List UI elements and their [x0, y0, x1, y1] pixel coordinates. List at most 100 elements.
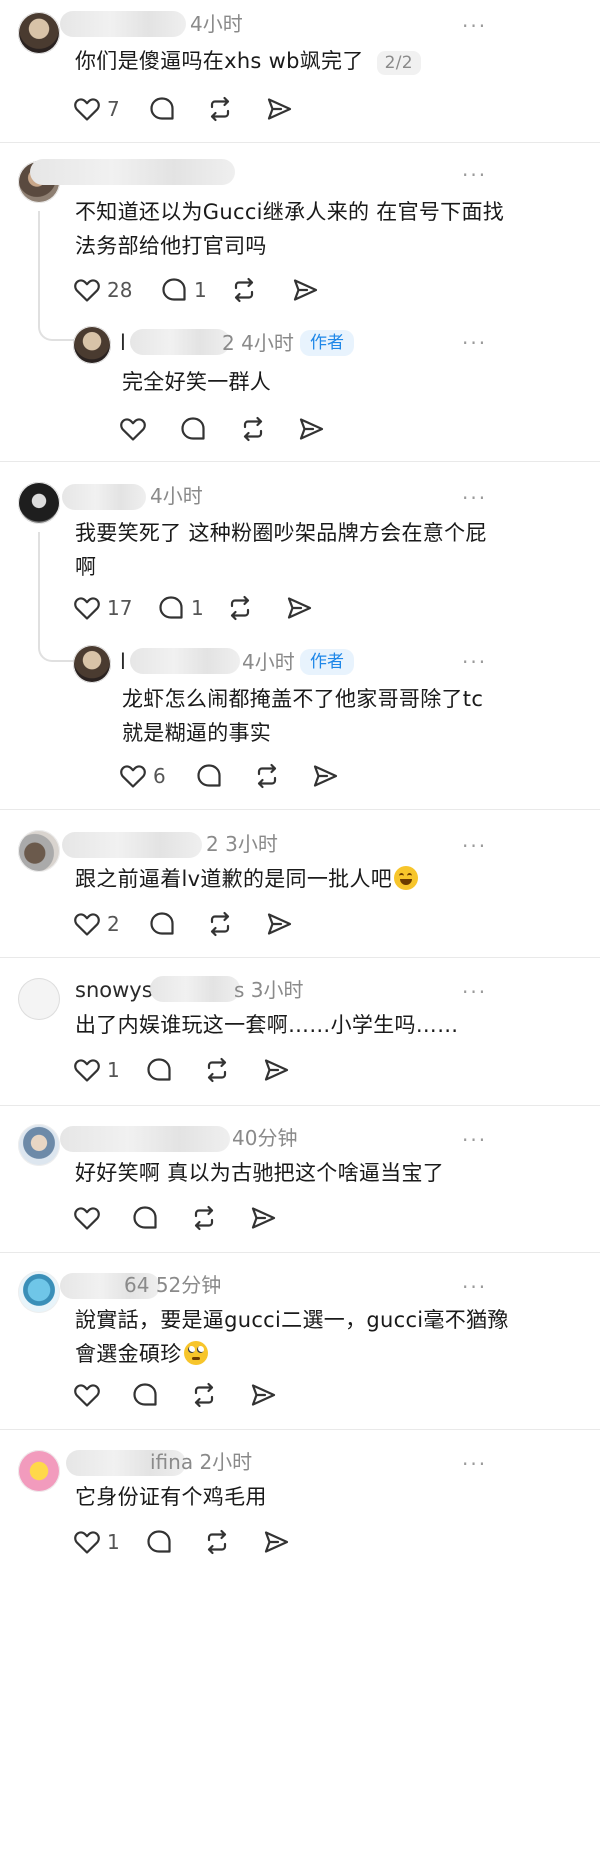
username-suffix: 2 [222, 331, 235, 355]
repost-icon [189, 1203, 219, 1233]
share-button[interactable] [248, 1202, 278, 1234]
action-bar: 7 [72, 93, 332, 125]
share-button[interactable] [264, 908, 294, 940]
timestamp-text: 3小时 [250, 978, 304, 1002]
like-button[interactable] [72, 1202, 102, 1234]
share-icon [290, 275, 320, 305]
avatar[interactable] [18, 1271, 60, 1313]
share-button[interactable] [310, 760, 340, 792]
comment-text: 完全好笑一群人 [122, 370, 272, 394]
repost-button[interactable] [252, 760, 282, 792]
avatar[interactable] [18, 12, 60, 54]
more-icon[interactable]: ··· [462, 1454, 487, 1474]
reply-button[interactable] [147, 908, 177, 940]
share-button[interactable] [296, 413, 326, 445]
heart-icon [118, 414, 148, 444]
like-button[interactable]: 1 [72, 1526, 120, 1558]
repost-icon [205, 94, 235, 124]
more-icon[interactable]: ··· [462, 652, 487, 672]
like-button[interactable]: 28 [72, 274, 132, 306]
reply-button[interactable]: 1 [156, 592, 204, 624]
avatar[interactable] [73, 645, 111, 683]
more-icon[interactable]: ··· [462, 488, 487, 508]
like-button[interactable] [72, 1379, 102, 1411]
username-suffix: 64 [124, 1273, 150, 1297]
reply-button[interactable] [144, 1054, 174, 1086]
more-icon[interactable]: ··· [462, 982, 487, 1002]
repost-button[interactable] [189, 1202, 219, 1234]
more-icon[interactable]: ··· [462, 16, 487, 36]
action-bar [72, 1379, 312, 1411]
repost-button[interactable] [205, 908, 235, 940]
share-button[interactable] [261, 1054, 291, 1086]
comment-icon [147, 94, 177, 124]
reply-button[interactable] [147, 93, 177, 125]
avatar[interactable] [18, 830, 60, 872]
timestamp: 4小时 [190, 12, 243, 36]
avatar[interactable] [73, 326, 111, 364]
comment-text: 出了内娱谁玩这一套啊……小学生吗…… [75, 1013, 459, 1037]
heart-icon [72, 1055, 102, 1085]
repost-button[interactable] [205, 93, 235, 125]
heart-icon [72, 1203, 102, 1233]
like-button[interactable]: 2 [72, 908, 120, 940]
like-button[interactable]: 1 [72, 1054, 120, 1086]
share-button[interactable] [284, 592, 314, 624]
repost-button[interactable] [202, 1526, 232, 1558]
repost-button[interactable] [229, 274, 259, 306]
repost-button[interactable] [189, 1379, 219, 1411]
reply-button[interactable] [178, 413, 208, 445]
share-button[interactable] [248, 1379, 278, 1411]
repost-icon [205, 909, 235, 939]
reply-button[interactable] [194, 760, 224, 792]
comment-text: 不知道还以为Gucci继承人来的 在官号下面找 法务部给他打官司吗 [75, 195, 585, 263]
like-button[interactable]: 7 [72, 93, 120, 125]
comment-card: 2 3小时 ··· 跟之前逼着lv道歉的是同一批人吧 2 [0, 810, 600, 957]
avatar[interactable] [18, 1450, 60, 1492]
like-button[interactable]: 17 [72, 592, 132, 624]
reply-button[interactable]: 1 [159, 274, 207, 306]
timestamp-text: 4小时 [241, 331, 294, 355]
timestamp: s 3小时 [234, 976, 304, 1004]
comment-line: 不知道还以为Gucci继承人来的 在官号下面找 [75, 200, 505, 224]
like-button[interactable]: 6 [118, 760, 166, 792]
repost-icon [202, 1055, 232, 1085]
reply-button[interactable] [130, 1202, 160, 1234]
share-button[interactable] [290, 274, 320, 306]
comment-line: 啊 [75, 555, 97, 579]
comment-text: 說實話，要是逼gucci二選一，gucci毫不猶豫 會選金碩珍 [75, 1303, 590, 1371]
avatar[interactable] [18, 978, 60, 1020]
comment-line: 說實話，要是逼gucci二選一，gucci毫不猶豫 [75, 1308, 509, 1332]
comment-count: 1 [191, 596, 204, 620]
comment-text: 它身份证有个鸡毛用 [75, 1485, 267, 1509]
avatar[interactable] [18, 1124, 60, 1166]
comment-icon [159, 275, 189, 305]
repost-button[interactable] [202, 1054, 232, 1086]
reply-button[interactable] [130, 1379, 160, 1411]
action-bar: 28 1 [72, 274, 352, 306]
reply-button[interactable] [144, 1526, 174, 1558]
more-icon[interactable]: ··· [462, 1130, 487, 1150]
like-button[interactable] [118, 413, 148, 445]
more-icon[interactable]: ··· [462, 165, 487, 185]
share-icon [284, 593, 314, 623]
share-icon [310, 761, 340, 791]
comment-icon [130, 1203, 160, 1233]
repost-button[interactable] [225, 592, 255, 624]
username-redaction [130, 329, 230, 355]
repost-button[interactable] [238, 413, 268, 445]
more-icon[interactable]: ··· [462, 333, 487, 353]
page-indicator[interactable]: 2/2 [376, 51, 421, 75]
repost-icon [252, 761, 282, 791]
more-icon[interactable]: ··· [462, 1277, 487, 1297]
more-icon[interactable]: ··· [462, 836, 487, 856]
avatar[interactable] [18, 482, 60, 524]
like-count: 28 [107, 278, 133, 302]
comment-icon [156, 593, 186, 623]
repost-icon [229, 275, 259, 305]
comment-icon [144, 1055, 174, 1085]
share-button[interactable] [261, 1526, 291, 1558]
share-button[interactable] [264, 93, 294, 125]
comment-card: 40分钟 ··· 好好笑啊 真以为古驰把这个啥逼当宝了 [0, 1106, 600, 1252]
timestamp-text: 3小时 [225, 832, 278, 856]
